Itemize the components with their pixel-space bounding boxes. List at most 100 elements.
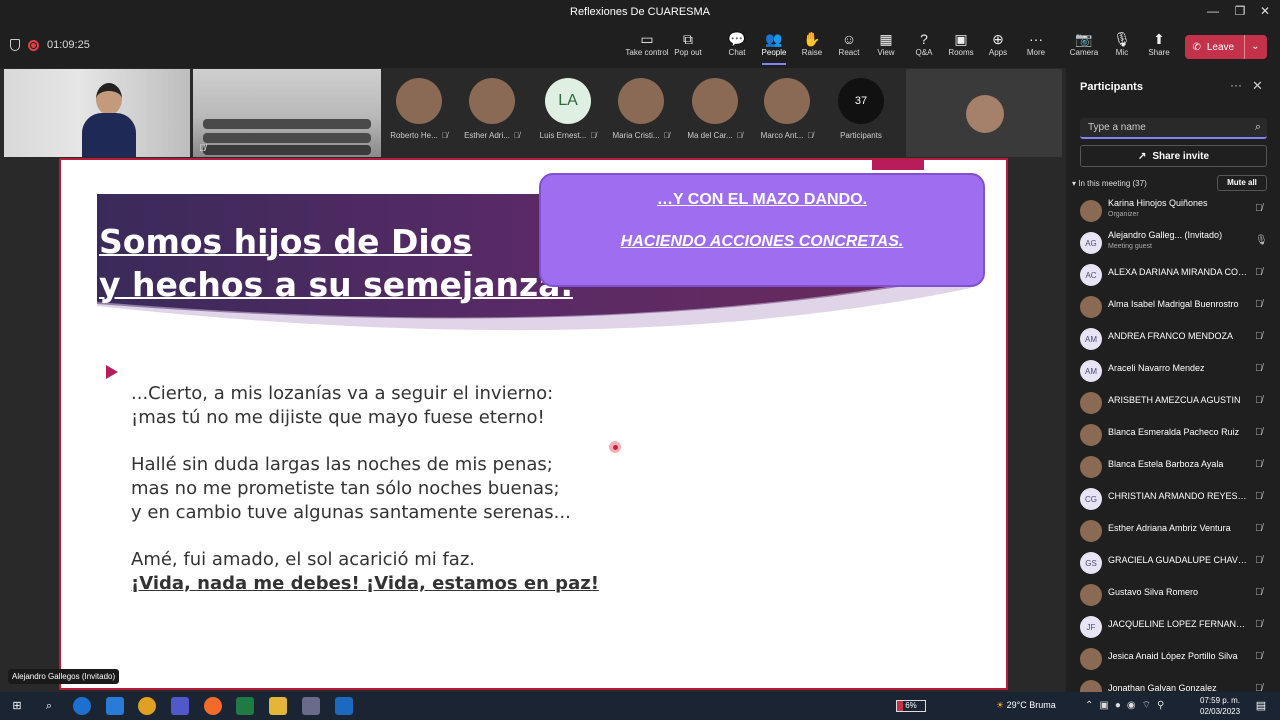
app-icon[interactable] [302, 697, 320, 715]
mic-off-icon[interactable]: 🎙̸ [1255, 619, 1263, 630]
mic-off-icon[interactable]: 🎙̸ [1255, 395, 1263, 406]
mic-off-icon[interactable]: 🎙̸ [1255, 267, 1263, 278]
participant-tile[interactable]: Ma del Car... 🎙̸ [680, 78, 750, 140]
poem-line: ...Cierto, a mis lozanías va a seguir el… [131, 383, 554, 404]
share-invite-button[interactable]: ↗ Share invite [1080, 145, 1267, 167]
in-meeting-section-toggle[interactable]: ▾ In this meeting (37) [1072, 179, 1147, 188]
participant-list-item[interactable]: ARISBETH AMEZCUA AGUSTIN 🎙̸ [1080, 386, 1270, 418]
participant-name: Luis Ernest... [539, 131, 587, 140]
chrome-icon[interactable] [138, 697, 156, 715]
participant-list-item[interactable]: Blanca Estela Barboza Ayala 🎙̸ [1080, 450, 1270, 482]
participant-name: CHRISTIAN ARMANDO REYES G... [1108, 491, 1248, 501]
mic-off-icon[interactable]: 🎙̸ [1255, 459, 1263, 470]
presenter-video [82, 83, 136, 157]
participant-list-item[interactable]: Alma Isabel Madrigal Buenrostro 🎙̸ [1080, 290, 1270, 322]
participant-list-item[interactable]: AM ANDREA FRANCO MENDOZA 🎙̸ [1080, 322, 1270, 354]
participant-name: Blanca Esmeralda Pacheco Ruiz [1108, 427, 1240, 437]
edge-icon[interactable] [73, 697, 91, 715]
mail-icon[interactable] [106, 697, 124, 715]
more-options-icon[interactable]: ··· [1230, 78, 1242, 92]
toolbar-button-label: Camera [1069, 48, 1099, 57]
more-button[interactable]: ··· More [1014, 30, 1058, 57]
meeting-toolbar: 01:09:25 ▭ Take control ⧉ Pop out 💬 Chat 👥 Peop… [0, 26, 1280, 68]
minimize-icon[interactable]: — [1198, 4, 1228, 18]
app-icon[interactable] [204, 697, 222, 715]
poem-stanza: ...Cierto, a mis lozanías va a seguir el… [131, 382, 599, 430]
participant-list-item[interactable]: AC ALEXA DARIANA MIRANDA CON... 🎙̸ [1080, 258, 1270, 290]
participant-list-item[interactable]: Esther Adriana Ambriz Ventura 🎙̸ [1080, 514, 1270, 546]
participant-list-item[interactable]: Jesica Anaid López Portillo Silva 🎙̸ [1080, 642, 1270, 674]
recording-indicator: 01:09:25 [10, 39, 90, 51]
participant-list-item[interactable]: Karina Hinojos Quiñones Organizer 🎙̸ [1080, 194, 1270, 226]
mic-off-icon[interactable]: 🎙̸ [1255, 651, 1263, 662]
participant-tile[interactable]: Roberto He... 🎙̸ [384, 78, 454, 140]
mic-off-icon: 🎙̸ [807, 131, 814, 140]
pop-out-button[interactable]: ⧉ Pop out [666, 30, 710, 57]
title-bar: Reflexiones De CUARESMA — ❐ ✕ [0, 0, 1280, 26]
participant-tile[interactable]: Marco Ant... 🎙̸ [752, 78, 822, 140]
slide-accent-tab [872, 160, 924, 170]
mic-off-icon: 🎙̸ [590, 131, 597, 140]
teams-icon[interactable] [171, 697, 189, 715]
mic-off-icon[interactable]: 🎙̸ [1255, 331, 1263, 342]
file-explorer-icon[interactable] [269, 697, 287, 715]
participant-list-item[interactable]: GS GRACIELA GUADALUPE CHAVEZ ... 🎙̸ [1080, 546, 1270, 578]
avatar [396, 78, 442, 124]
system-tray[interactable]: ⌃▣●◉⌔⚲ [1085, 699, 1170, 712]
participant-list-item[interactable]: AM Araceli Navarro Mendez 🎙̸ [1080, 354, 1270, 386]
participants-count-tile[interactable]: 37 Participants [826, 78, 896, 140]
chevron-down-icon[interactable]: ⌄ [1244, 35, 1260, 59]
mic-off-icon[interactable]: 🎙̸ [1255, 363, 1263, 374]
mic-off-icon[interactable]: 🎙̸ [1255, 491, 1263, 502]
mic-on-icon[interactable]: 🎙 [1255, 235, 1268, 246]
mic-off-icon[interactable]: 🎙̸ [1255, 555, 1263, 566]
video-tile-overflow[interactable] [906, 69, 1062, 157]
pop-out-icon: ⧉ [683, 31, 693, 47]
mute-all-button[interactable]: Mute all [1217, 175, 1267, 191]
toolbar-button-label: Apps [988, 48, 1008, 57]
mic-off-icon[interactable]: 🎙̸ [1255, 523, 1263, 534]
participant-name: Blanca Estela Barboza Ayala [1108, 459, 1224, 469]
excel-icon[interactable] [236, 697, 254, 715]
weather-widget[interactable]: ☀ 29°C Bruma [996, 700, 1056, 711]
avatar: AM [1080, 360, 1102, 382]
participant-list-item[interactable]: AG Alejandro Galleg... (Invitado) Meeting … [1080, 226, 1270, 258]
meeting-timer: 01:09:25 [47, 39, 90, 51]
mic-off-icon[interactable]: 🎙̸ [1255, 203, 1263, 214]
chevron-down-icon: ▾ [1072, 179, 1077, 188]
participant-tile[interactable]: LA Luis Ernest... 🎙̸ [533, 78, 603, 140]
participant-list-item[interactable]: CG CHRISTIAN ARMANDO REYES G... 🎙̸ [1080, 482, 1270, 514]
participant-name: JACQUELINE LOPEZ FERNANDEZ [1108, 619, 1248, 629]
weather-text: 29°C Bruma [1006, 700, 1056, 710]
notifications-icon[interactable]: ▤ [1252, 697, 1270, 715]
participant-name: Roberto He... [390, 131, 438, 140]
taskbar-clock[interactable]: 07:59 p. m. 02/03/2023 [1200, 695, 1240, 717]
participant-tile[interactable]: Maria Cristi... 🎙̸ [606, 78, 676, 140]
video-tile-presenter[interactable] [4, 69, 190, 157]
mic-off-icon[interactable]: 🎙̸ [1255, 587, 1263, 598]
speaker-name-tag: Alejandro Gallegos (Invitado) [8, 669, 120, 684]
outlook-icon[interactable] [335, 697, 353, 715]
share-invite-icon: ↗ [1137, 150, 1147, 162]
participant-name: Karina Hinojos Quiñones [1108, 198, 1208, 208]
battery-indicator[interactable]: 6% [896, 700, 926, 712]
close-window-icon[interactable]: ✕ [1250, 4, 1280, 18]
mic-off-icon[interactable]: 🎙̸ [1255, 299, 1263, 310]
windows-start-icon[interactable]: ⊞ [8, 697, 26, 715]
search-icon[interactable]: ⌕ [40, 697, 58, 715]
participant-search-input[interactable]: Type a name ⌕ [1080, 118, 1267, 139]
mic-off-icon[interactable]: 🎙̸ [1255, 427, 1263, 438]
participant-list-item[interactable]: JF JACQUELINE LOPEZ FERNANDEZ 🎙̸ [1080, 610, 1270, 642]
search-icon: ⌕ [1254, 121, 1261, 133]
participant-list-item[interactable]: Gustavo Silva Romero 🎙̸ [1080, 578, 1270, 610]
close-icon[interactable]: ✕ [1252, 78, 1263, 94]
share-button[interactable]: ⬆ Share [1137, 30, 1181, 57]
video-tile-classroom[interactable]: 🎙̸ [193, 69, 381, 157]
take-control-button[interactable]: ▭ Take control [625, 30, 669, 57]
participant-tile[interactable]: Esther Adri... 🎙̸ [457, 78, 527, 140]
take-control-icon: ▭ [640, 31, 654, 47]
shared-slide: Somos hijos de Dios y hechos a su semeja… [59, 158, 1008, 690]
participant-list-item[interactable]: Blanca Esmeralda Pacheco Ruiz 🎙̸ [1080, 418, 1270, 450]
leave-button[interactable]: ✆ Leave ⌄ [1185, 35, 1267, 59]
mic-off-icon: 🎙̸ [513, 131, 520, 140]
